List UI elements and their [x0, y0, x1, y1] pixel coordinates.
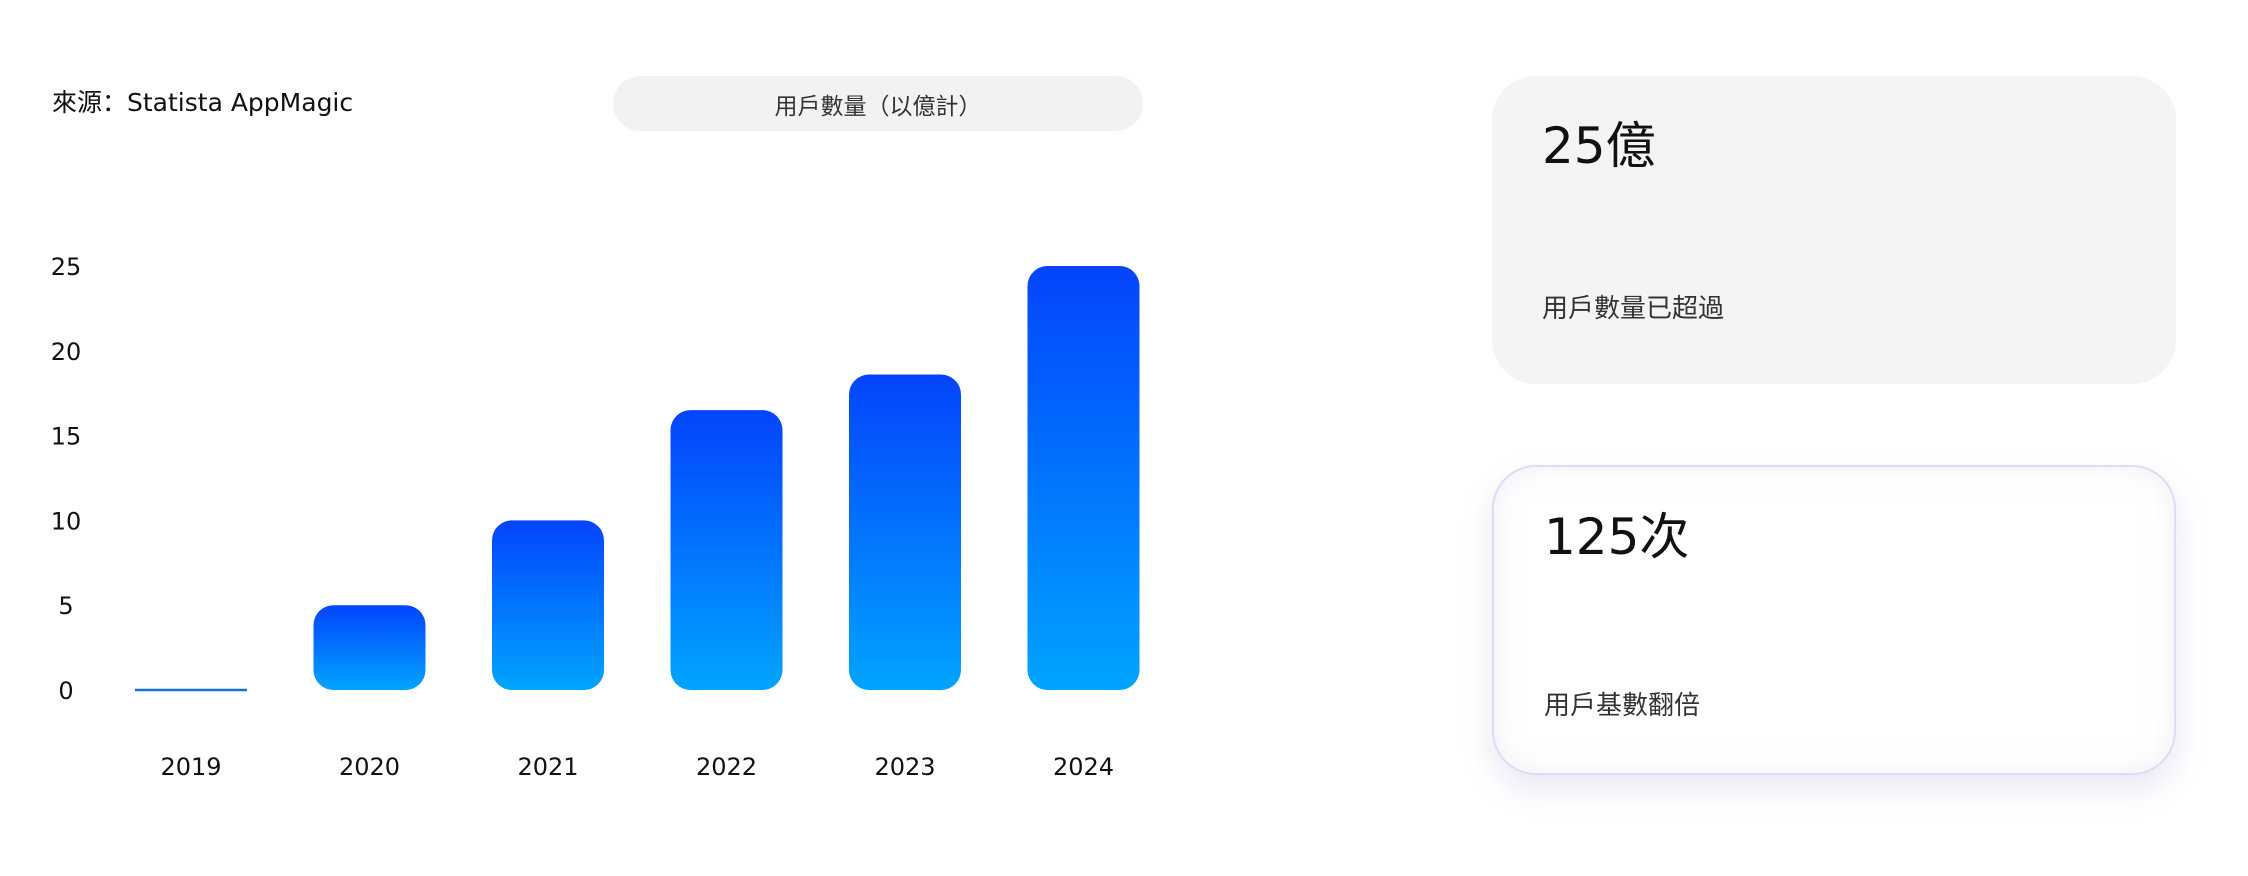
- x-axis: 2019 2020 2021 2022 2023 2024: [160, 753, 1114, 781]
- x-tick-label: 2023: [874, 753, 935, 781]
- x-tick-label: 2024: [1053, 753, 1114, 781]
- x-tick-label: 2020: [339, 753, 400, 781]
- y-tick-label: 20: [51, 338, 82, 366]
- bar-series: [135, 266, 1140, 692]
- x-tick-label: 2022: [696, 753, 757, 781]
- bar-chart: 0 5 10 15 20 25 2019 2020 2021 2022 2023 2024: [51, 253, 1140, 781]
- x-tick-label: 2019: [160, 753, 221, 781]
- y-tick-label: 15: [51, 423, 82, 451]
- stat-label: 用戶基數翻倍: [1544, 691, 1701, 721]
- y-axis: 0 5 10 15 20 25: [51, 253, 82, 705]
- y-tick-label: 25: [51, 253, 82, 281]
- bar-2020: [313, 605, 426, 690]
- stat-label: 用戶數量已超過: [1542, 294, 1725, 324]
- stat-card-doubling: 125次 用戶基數翻倍: [1492, 465, 2176, 775]
- x-tick-label: 2021: [517, 753, 578, 781]
- y-tick-label: 0: [58, 677, 73, 705]
- stat-card-users: 25億 用戶數量已超過: [1492, 76, 2176, 384]
- bar-2024: [1027, 266, 1140, 690]
- stat-value: 125次: [1544, 508, 1690, 566]
- y-tick-label: 10: [51, 507, 82, 535]
- stat-value: 25億: [1542, 117, 1656, 175]
- y-tick-label: 5: [58, 592, 73, 620]
- bar-2021: [492, 520, 604, 690]
- bar-2022: [670, 410, 783, 690]
- bar-2023: [849, 374, 961, 690]
